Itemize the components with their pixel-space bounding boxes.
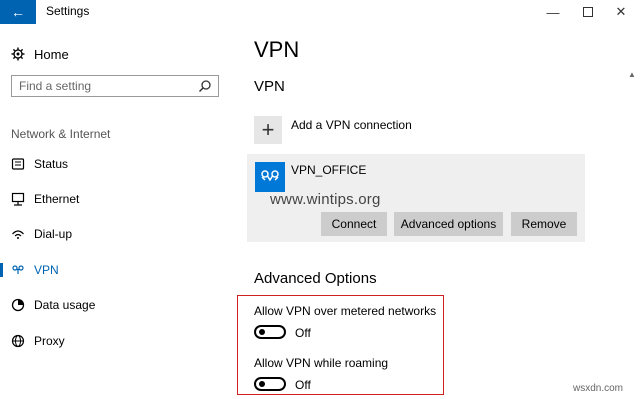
back-button[interactable]: ←: [0, 0, 36, 24]
dialup-icon: [10, 226, 26, 242]
data-usage-icon: [10, 297, 26, 313]
watermark: www.wintips.org: [270, 191, 381, 208]
roaming-toggle-state: Off: [295, 378, 311, 392]
maximize-icon: [583, 7, 593, 17]
status-icon: [10, 156, 26, 172]
advanced-options-title: Advanced Options: [254, 270, 377, 287]
minimize-button[interactable]: —: [540, 2, 566, 22]
site-mark: wsxdn.com: [573, 383, 624, 394]
back-arrow-icon: ←: [11, 4, 25, 20]
section-title: VPN: [254, 78, 285, 95]
sidebar-item-home[interactable]: Home: [0, 39, 233, 69]
ethernet-icon: [10, 191, 26, 207]
sidebar-item-label: Dial-up: [34, 227, 73, 241]
sidebar-item-dialup[interactable]: Dial-up: [0, 219, 233, 249]
toggle-knob: [259, 381, 265, 387]
page-title: VPN: [254, 37, 300, 62]
add-vpn-button[interactable]: +: [254, 116, 282, 144]
active-indicator: [0, 263, 3, 277]
sidebar-item-status[interactable]: Status: [0, 149, 233, 179]
gear-icon: [10, 46, 26, 62]
remove-button[interactable]: Remove: [511, 212, 577, 236]
close-button[interactable]: ✕: [608, 2, 634, 22]
vpn-connection-icon: [255, 162, 285, 192]
proxy-icon: [10, 333, 26, 349]
minimize-icon: —: [546, 4, 560, 20]
sidebar-item-label: Home: [34, 46, 69, 62]
sidebar-item-label: Proxy: [34, 334, 65, 348]
sidebar-item-label: Status: [34, 157, 69, 171]
scrollbar[interactable]: ▲: [624, 24, 640, 399]
metered-toggle-state: Off: [295, 326, 311, 340]
connect-button[interactable]: Connect: [321, 212, 387, 236]
metered-toggle[interactable]: [254, 325, 286, 339]
search-icon: [198, 79, 212, 98]
search-placeholder: Find a setting: [19, 79, 92, 93]
advanced-options-button[interactable]: Advanced options: [394, 212, 503, 236]
metered-option-label: Allow VPN over metered networks: [254, 304, 437, 318]
roaming-option-label: Allow VPN while roaming: [254, 356, 389, 370]
plus-icon: +: [261, 117, 275, 142]
maximize-button[interactable]: [575, 2, 601, 22]
vpn-connection-name: VPN_OFFICE: [291, 163, 367, 177]
add-vpn-label[interactable]: Add a VPN connection: [291, 118, 412, 132]
vpn-icon: [10, 262, 26, 278]
scroll-up-icon: ▲: [628, 70, 636, 79]
section-header: Network & Internet: [11, 127, 111, 141]
sidebar-item-ethernet[interactable]: Ethernet: [0, 184, 233, 214]
window-title: Settings: [46, 4, 90, 18]
sidebar-item-vpn[interactable]: VPN: [0, 255, 233, 285]
search-input[interactable]: Find a setting: [11, 75, 219, 97]
toggle-knob: [259, 329, 265, 335]
sidebar-item-label: VPN: [34, 263, 59, 277]
roaming-toggle[interactable]: [254, 377, 286, 391]
sidebar-item-data-usage[interactable]: Data usage: [0, 290, 233, 320]
sidebar-item-proxy[interactable]: Proxy: [0, 326, 233, 356]
close-icon: ✕: [615, 4, 627, 19]
sidebar-item-label: Ethernet: [34, 192, 80, 206]
sidebar-item-label: Data usage: [34, 298, 96, 312]
